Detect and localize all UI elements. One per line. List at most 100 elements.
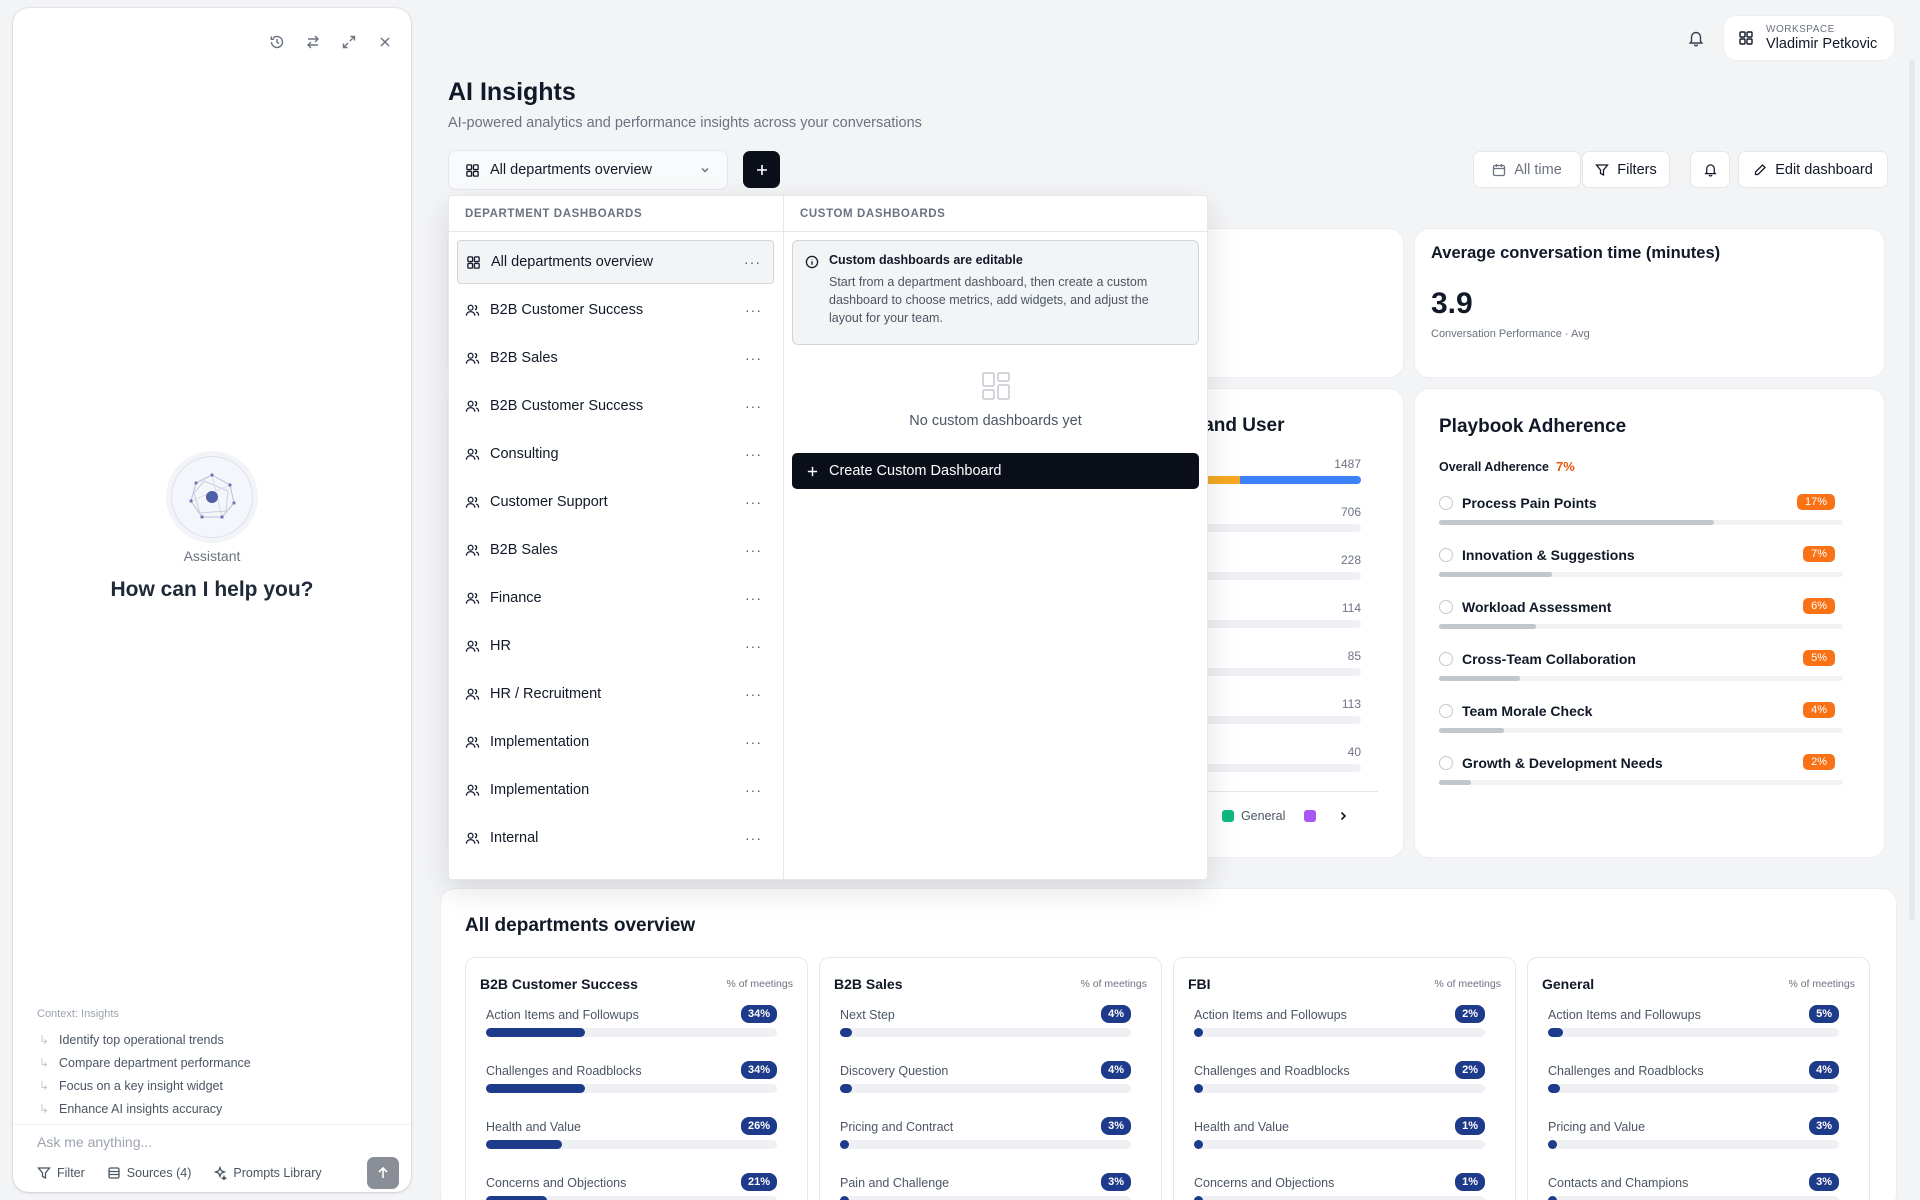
radio-button[interactable] [1439,704,1453,718]
suggestion-item[interactable]: ↳ Focus on a key insight widget [39,1074,251,1097]
add-dashboard-button[interactable] [743,151,780,188]
more-options-icon[interactable]: ··· [745,446,762,462]
radio-button[interactable] [1439,548,1453,562]
progress-track [1439,520,1843,525]
history-icon[interactable] [265,30,289,54]
department-dashboard-item[interactable]: Consulting ··· [457,432,774,476]
notifications-button[interactable] [1682,24,1710,52]
plus-icon [807,466,818,476]
progress-track [1548,1140,1839,1149]
department-dashboard-item[interactable]: B2B Customer Success ··· [457,384,774,428]
calendar-icon [1493,163,1506,176]
suggestion-item[interactable]: ↳ Enhance AI insights accuracy [39,1097,251,1120]
sources-button[interactable]: Sources (4) [107,1166,191,1180]
arrow-up-icon [378,1166,388,1178]
more-options-icon[interactable]: ··· [745,350,762,366]
progress-track [1439,572,1843,577]
avg-conversation-card: Average conversation time (minutes) 3.9 … [1415,229,1884,377]
filter-button[interactable]: Filter [37,1166,85,1180]
radio-button[interactable] [1439,756,1453,770]
department-dashboard-item[interactable]: B2B Sales ··· [457,336,774,380]
department-dashboard-item[interactable]: Finance ··· [457,576,774,620]
bell-icon [1688,31,1704,47]
progress-fill [840,1196,849,1200]
department-dashboard-item[interactable]: Internal ··· [457,816,774,860]
more-options-icon[interactable]: ··· [745,398,762,414]
suggestion-item[interactable]: ↳ Identify top operational trends [39,1028,251,1051]
progress-track [1439,780,1843,785]
more-options-icon[interactable]: ··· [745,686,762,702]
department-meta: % of meetings [1788,978,1855,990]
return-arrow-icon: ↳ [39,1101,50,1116]
department-dashboard-item[interactable]: All departments overview ··· [457,240,774,284]
users-icon [465,784,480,796]
department-card[interactable]: B2B Customer Success% of meetings Action … [465,957,808,1200]
divider [1180,791,1378,792]
progress-fill [486,1028,585,1037]
department-dashboard-item[interactable]: Implementation ··· [457,768,774,812]
page-scrollbar[interactable] [1909,60,1915,920]
department-card[interactable]: FBI% of meetings Action Items and Followu… [1173,957,1516,1200]
percent-badge: 4% [1101,1005,1131,1023]
swap-icon[interactable] [301,30,325,54]
more-options-icon[interactable]: ··· [745,494,762,510]
page-subtitle: AI-powered analytics and performance ins… [448,115,922,131]
department-card[interactable]: B2B Sales% of meetings Next Step 4% Discove… [819,957,1162,1200]
percent-badge: 5% [1809,1005,1839,1023]
department-dashboard-item[interactable]: B2B Customer Success ··· [457,288,774,332]
department-dashboard-item[interactable]: HR / Recruitment ··· [457,672,774,716]
more-options-icon[interactable]: ··· [745,830,762,846]
card-caption: Conversation Performance · Avg [1431,328,1590,340]
percent-badge: 6% [1803,598,1835,614]
more-options-icon[interactable]: ··· [745,638,762,654]
progress-fill [1548,1084,1560,1093]
filter-icon [37,1167,51,1180]
users-icon [465,832,480,844]
chevron-right-icon[interactable] [1337,810,1349,822]
department-dashboard-item[interactable]: Implementation ··· [457,720,774,764]
progress-fill [486,1196,548,1200]
date-range-button[interactable]: All time [1473,151,1581,188]
radio-button[interactable] [1439,652,1453,666]
department-dashboards-column: DEPARTMENT DASHBOARDS All departments ov… [449,196,784,879]
edit-dashboard-button[interactable]: Edit dashboard [1738,151,1888,188]
expand-icon[interactable] [337,30,361,54]
more-options-icon[interactable]: ··· [745,782,762,798]
department-dashboard-item[interactable]: Customer Support ··· [457,480,774,524]
dashboard-select[interactable]: All departments overview [448,150,728,190]
prompts-library-button[interactable]: Prompts Library [213,1166,322,1180]
alerts-button[interactable] [1690,151,1730,188]
radio-button[interactable] [1439,600,1453,614]
percent-badge: 4% [1101,1061,1131,1079]
close-icon[interactable] [373,30,397,54]
assistant-suggestions: ↳ Identify top operational trends ↳ Compar… [39,1028,251,1120]
more-options-icon[interactable]: ··· [745,302,762,318]
more-options-icon[interactable]: ··· [745,734,762,750]
percent-badge: 34% [740,1061,777,1079]
more-options-icon[interactable]: ··· [745,590,762,606]
progress-track [1194,1084,1485,1093]
create-custom-dashboard-button[interactable]: Create Custom Dashboard [792,453,1199,489]
progress-fill [1548,1028,1563,1037]
send-button[interactable] [367,1157,399,1189]
suggestion-item[interactable]: ↳ Compare department performance [39,1051,251,1074]
users-icon [465,448,480,460]
department-dashboard-item[interactable]: HR ··· [457,624,774,668]
percent-badge: 4% [1809,1061,1839,1079]
more-options-icon[interactable]: ··· [745,542,762,558]
department-card[interactable]: General% of meetings Action Items and Fol… [1527,957,1870,1200]
percent-badge: 26% [740,1117,777,1135]
progress-track [840,1140,1131,1149]
assistant-avatar-icon [171,456,253,538]
department-meta: % of meetings [1434,978,1501,990]
department-meta: % of meetings [726,978,793,990]
users-icon [465,544,480,556]
more-options-icon[interactable]: ··· [744,254,761,270]
assistant-welcome: Assistant How can I help you? [13,456,411,602]
filters-button[interactable]: Filters [1582,151,1670,188]
page-title: AI Insights [448,78,576,106]
assistant-input[interactable]: Ask me anything... [37,1134,377,1150]
department-dashboard-item[interactable]: B2B Sales ··· [457,528,774,572]
workspace-switcher[interactable]: WORKSPACE Vladimir Petkovic [1724,16,1894,60]
radio-button[interactable] [1439,496,1453,510]
